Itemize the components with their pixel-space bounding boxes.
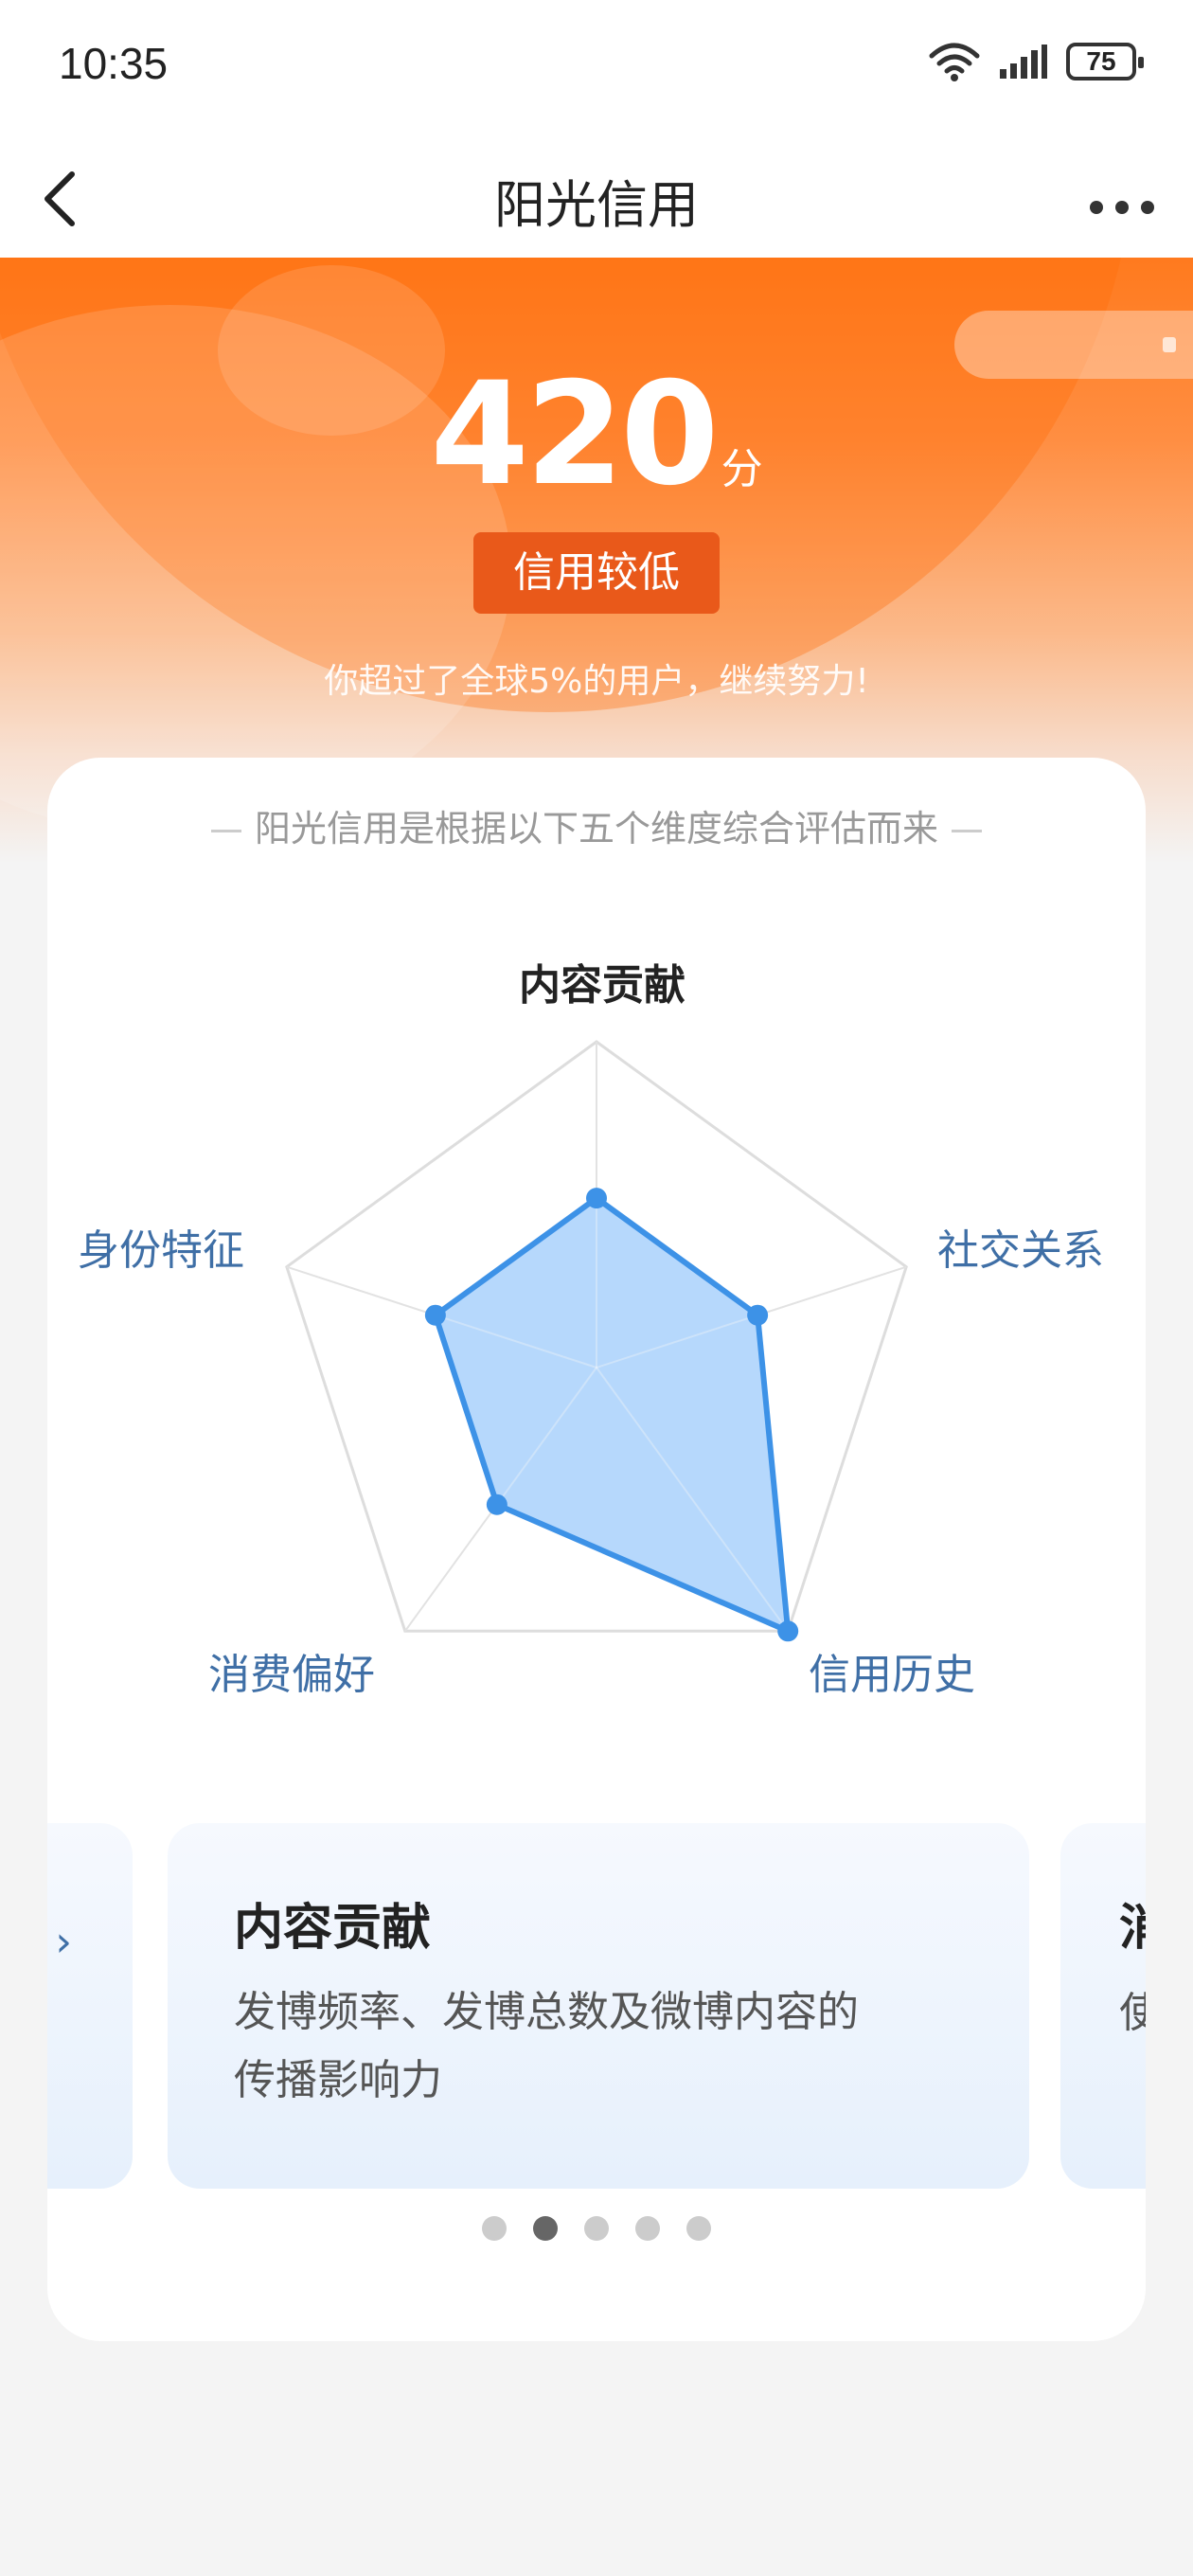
radar-label-social[interactable]: 社交关系 (937, 1216, 1104, 1277)
radar-label-identity[interactable]: 身份特征 (78, 1216, 244, 1277)
more-icon (1090, 201, 1154, 214)
radar-point-3 (486, 1494, 507, 1515)
score-display: 420 分 (0, 352, 1193, 517)
radar-label-content[interactable]: 内容贡献 (519, 951, 686, 1011)
radar-point-4 (424, 1304, 446, 1326)
battery-icon: 75 (1066, 43, 1144, 80)
dimension-card-next[interactable]: 消 使 (1060, 1823, 1146, 2189)
pagination-dots (47, 2216, 1146, 2241)
pagination-dot[interactable] (584, 2216, 609, 2241)
credit-level-badge: 信用较低 (473, 532, 720, 614)
radar-point-1 (747, 1304, 769, 1326)
radar-point-2 (777, 1620, 799, 1642)
radar-label-consumption[interactable]: 消费偏好 (208, 1640, 375, 1701)
dimension-card-prev[interactable]: › (47, 1823, 133, 2189)
header: 阳光信用 (0, 142, 1193, 258)
pagination-dot[interactable] (635, 2216, 660, 2241)
more-button[interactable] (1077, 161, 1172, 237)
status-icons: 75 (928, 40, 1144, 83)
pagination-dot[interactable] (482, 2216, 507, 2241)
dimension-description-line: 发博频率、发博总数及微博内容的 (234, 1988, 859, 2036)
score-unit: 分 (721, 445, 763, 493)
dimension-card: 阳光信用是根据以下五个维度综合评估而来 内容贡献 社交关系 信用历史 消费偏好 … (47, 758, 1146, 2341)
dimension-description: 发博频率、发博总数及微博内容的 传播影响力 (234, 1978, 982, 2115)
signal-icon (1000, 45, 1047, 79)
chevron-right-icon: › (55, 1918, 72, 1966)
rank-text: 你超过了全球5%的用户，继续努力! (324, 662, 869, 701)
dimension-description-line: 传播影响力 (234, 2056, 442, 2104)
wifi-icon (929, 43, 980, 81)
battery-level: 75 (1086, 46, 1116, 76)
page-title: 阳光信用 (494, 175, 699, 235)
radar-data-area (432, 1195, 792, 1635)
dimension-title: 内容贡献 (234, 1900, 432, 1957)
status-time: 10:35 (59, 39, 169, 88)
dimension-description: 使 (1119, 1989, 1146, 2037)
status-bar: 10:35 75 (0, 0, 1193, 142)
credit-score: 420 (430, 352, 719, 517)
pagination-dot[interactable] (533, 2216, 558, 2241)
dimension-card-active[interactable]: 内容贡献 发博频率、发博总数及微博内容的 传播影响力 (168, 1823, 1029, 2189)
pagination-dot[interactable] (686, 2216, 711, 2241)
dimension-title: 消 (1119, 1900, 1146, 1957)
radar-label-history[interactable]: 信用历史 (809, 1640, 975, 1701)
radar-point-0 (586, 1188, 607, 1209)
